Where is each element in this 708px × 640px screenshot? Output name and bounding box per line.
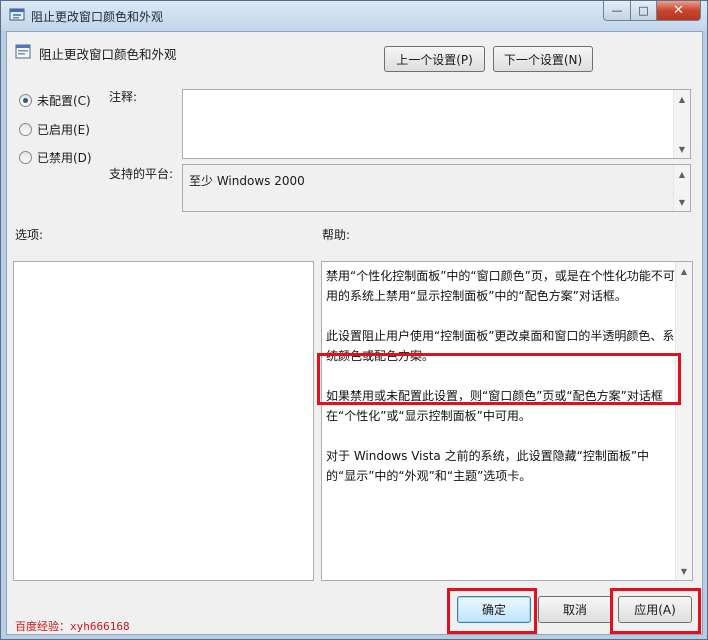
previous-setting-button[interactable]: 上一个设置(P) [384,46,485,72]
close-button[interactable]: ✕ [657,1,701,21]
radio-not-configured[interactable]: 未配置(C) [19,92,91,109]
highlight-annotation [610,588,701,634]
comment-textarea[interactable]: ▲ ▼ [182,89,691,159]
radio-disabled[interactable]: 已禁用(D) [19,149,92,166]
scroll-down-icon[interactable]: ▼ [674,194,690,210]
radio-indicator[interactable] [19,151,32,164]
highlight-annotation [317,353,681,405]
maximize-button[interactable]: □ [631,1,657,21]
scroll-up-icon[interactable]: ▲ [674,91,690,107]
watermark-text: 百度经验：xyh666168 [15,620,130,633]
caption-buttons: — □ ✕ [603,1,701,23]
options-panel[interactable] [13,261,314,581]
dialog-window: 阻止更改窗口颜色和外观 — □ ✕ 阻止更改窗口颜色和外观 上一个设置(P) 下… [0,0,708,640]
radio-indicator[interactable] [19,123,32,136]
policy-window-icon [9,8,25,21]
scroll-down-icon[interactable]: ▼ [674,141,690,157]
title-bar[interactable]: 阻止更改窗口颜色和外观 — □ ✕ [1,1,707,31]
help-scrollbar[interactable]: ▲ ▼ [675,262,692,580]
comment-scrollbar[interactable]: ▲ ▼ [673,90,690,158]
highlight-annotation [447,588,537,634]
platform-field: 至少 Windows 2000 ▲ ▼ [182,164,691,212]
scroll-up-icon[interactable]: ▲ [674,166,690,182]
next-setting-button[interactable]: 下一个设置(N) [493,46,593,72]
platform-value: 至少 Windows 2000 [189,174,305,188]
policy-title: 阻止更改窗口颜色和外观 [39,47,177,62]
comment-label: 注释: [109,90,138,104]
policy-setting-icon [15,44,31,59]
help-paragraph: 禁用“个性化控制面板”中的“窗口颜色”页，或是在个性化功能不可用的系统上禁用“显… [326,269,675,303]
options-label: 选项: [15,228,44,242]
scroll-down-icon[interactable]: ▼ [676,563,692,579]
help-paragraph: 对于 Windows Vista 之前的系统，此设置隐藏“控制面板”中的“显示”… [326,449,650,483]
radio-label: 未配置(C) [37,94,91,108]
cancel-button[interactable]: 取消 [538,596,612,623]
radio-label: 已启用(E) [37,123,90,137]
help-panel[interactable]: 禁用“个性化控制面板”中的“窗口颜色”页，或是在个性化功能不可用的系统上禁用“显… [321,261,693,581]
minimize-button[interactable]: — [603,1,631,21]
radio-label: 已禁用(D) [37,151,92,165]
radio-enabled[interactable]: 已启用(E) [19,121,90,138]
radio-indicator[interactable] [19,94,32,107]
window-title: 阻止更改窗口颜色和外观 [31,10,164,24]
platform-scrollbar[interactable]: ▲ ▼ [673,165,690,211]
dialog-client-area: 阻止更改窗口颜色和外观 上一个设置(P) 下一个设置(N) 未配置(C) 已启用… [6,31,703,635]
platform-label: 支持的平台: [109,167,174,181]
help-label: 帮助: [322,228,351,242]
scroll-up-icon[interactable]: ▲ [676,263,692,279]
